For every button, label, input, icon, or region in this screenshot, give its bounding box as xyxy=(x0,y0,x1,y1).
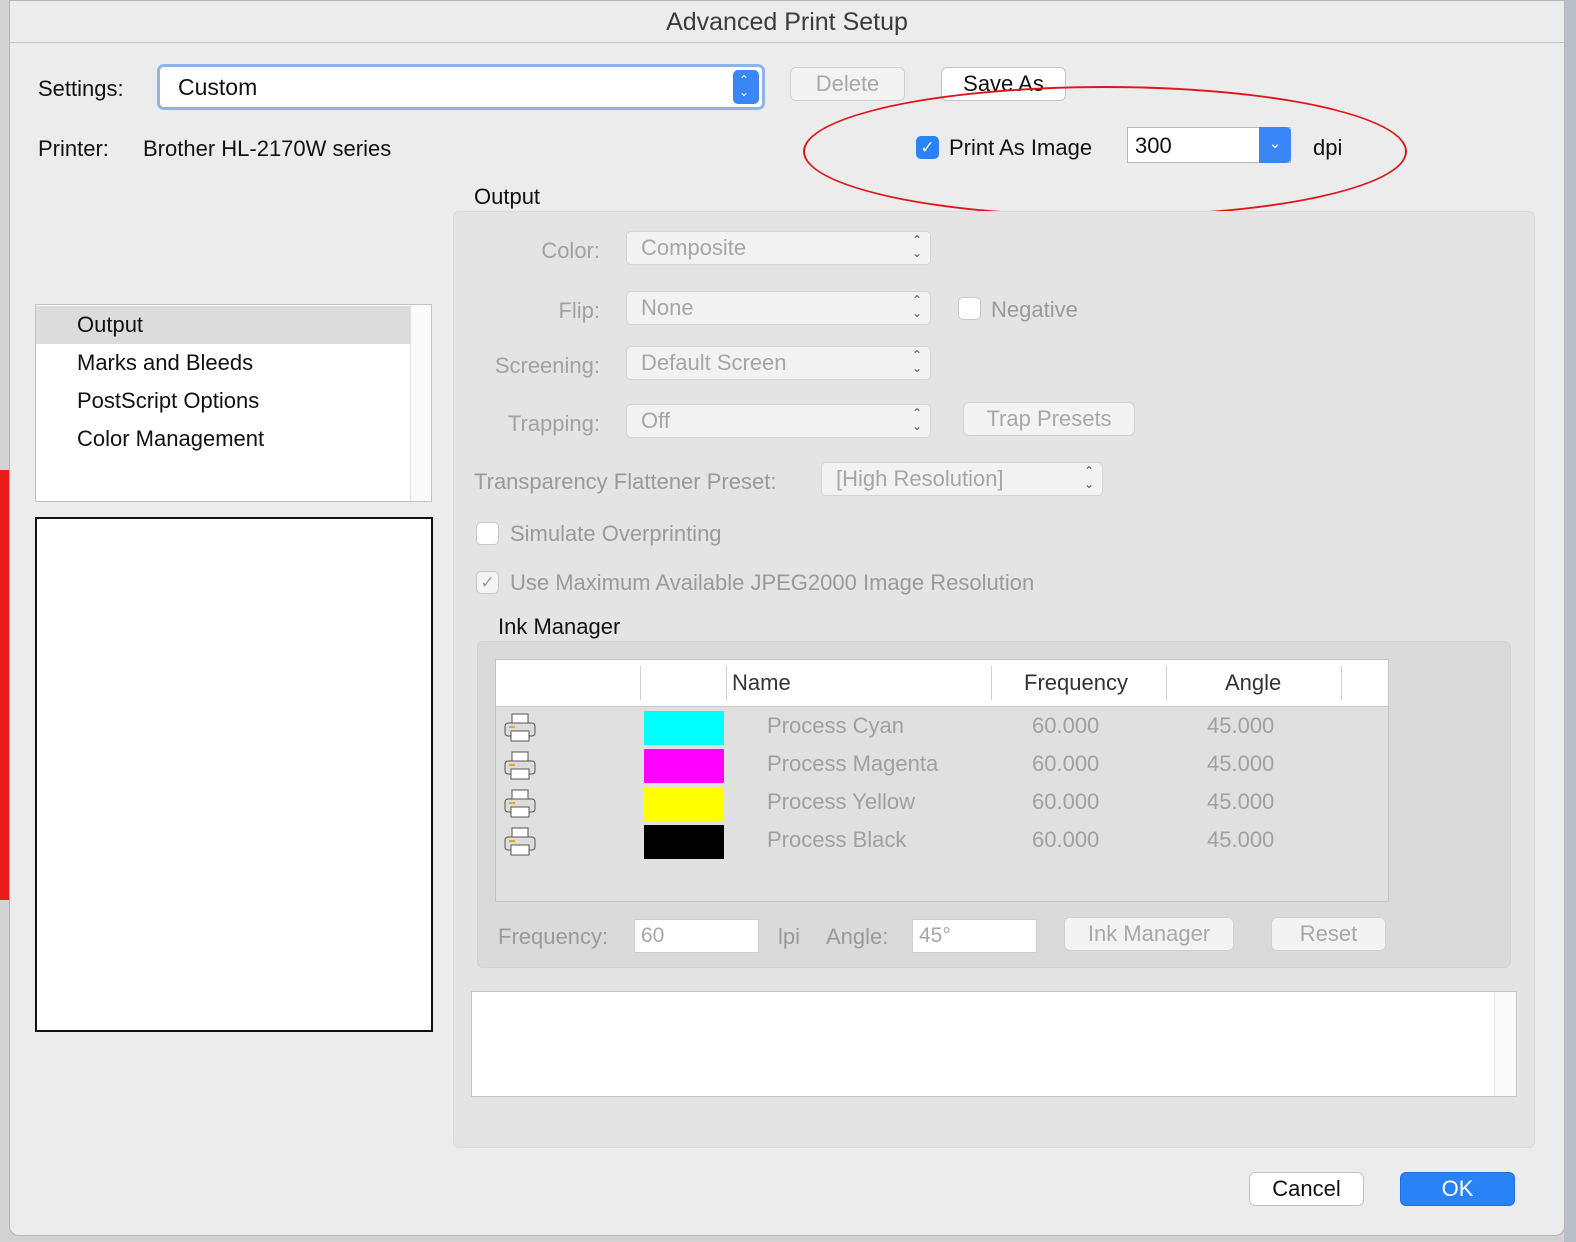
angle-field[interactable]: 45° xyxy=(912,919,1037,953)
printer-icon xyxy=(504,827,536,856)
description-area xyxy=(471,991,1517,1097)
flip-select[interactable]: None ⌃ ⌄ xyxy=(626,291,931,325)
ink-row[interactable]: Process Magenta 60.000 45.000 xyxy=(496,746,1388,784)
ink-color-swatch xyxy=(644,825,724,859)
delete-button[interactable]: Delete xyxy=(790,67,905,101)
ink-row[interactable]: Process Yellow 60.000 45.000 xyxy=(496,784,1388,822)
frequency-field[interactable]: 60 xyxy=(634,919,759,953)
checkmark-icon: ✓ xyxy=(480,573,495,592)
category-list: Output Marks and Bleeds PostScript Optio… xyxy=(35,304,432,502)
angle-label: Angle: xyxy=(826,924,889,949)
category-item-output[interactable]: Output xyxy=(36,306,410,344)
printer-label: Printer: xyxy=(38,136,109,161)
description-scrollbar[interactable] xyxy=(1494,992,1516,1096)
trapping-select-value: Off xyxy=(641,408,670,433)
flattener-select[interactable]: [High Resolution] ⌃ ⌄ xyxy=(821,462,1103,496)
flip-select-value: None xyxy=(641,295,694,320)
color-select[interactable]: Composite ⌃ ⌄ xyxy=(626,231,931,265)
cancel-button[interactable]: Cancel xyxy=(1249,1172,1364,1206)
updown-chevron-icon: ⌃ ⌄ xyxy=(733,70,759,104)
ok-button[interactable]: OK xyxy=(1400,1172,1515,1206)
printer-icon xyxy=(504,713,536,742)
category-list-scrollbar[interactable] xyxy=(410,305,431,501)
screening-label: Screening: xyxy=(494,353,600,378)
jpeg2000-checkbox[interactable]: ✓ xyxy=(476,571,499,594)
color-label: Color: xyxy=(541,238,600,263)
column-header-frequency[interactable]: Frequency xyxy=(1024,670,1128,696)
red-annotation-ellipse xyxy=(803,86,1407,217)
trapping-select[interactable]: Off ⌃ ⌄ xyxy=(626,404,931,438)
ink-color-swatch xyxy=(644,787,724,821)
column-separator xyxy=(640,666,641,700)
advanced-print-setup-dialog: Advanced Print Setup Settings: Custom ⌃ … xyxy=(9,0,1565,1236)
ink-manager-heading: Ink Manager xyxy=(498,614,621,639)
category-item-marks-and-bleeds[interactable]: Marks and Bleeds xyxy=(36,344,410,382)
updown-chevron-icon: ⌃ ⌄ xyxy=(911,406,922,433)
negative-checkbox[interactable] xyxy=(958,297,981,320)
simulate-overprinting-checkbox[interactable] xyxy=(476,522,499,545)
negative-label: Negative xyxy=(991,297,1078,322)
ink-color-swatch xyxy=(644,711,724,745)
column-separator xyxy=(991,666,992,700)
lpi-label: lpi xyxy=(778,924,801,949)
screening-select[interactable]: Default Screen ⌃ ⌄ xyxy=(626,346,931,380)
settings-label: Settings: xyxy=(38,76,124,101)
ink-name: Process Yellow xyxy=(767,789,915,814)
category-item-color-management[interactable]: Color Management xyxy=(36,420,410,458)
ink-angle: 45.000 xyxy=(1207,713,1275,738)
trapping-label: Trapping: xyxy=(507,411,600,436)
ink-manager-button[interactable]: Ink Manager xyxy=(1064,917,1234,951)
ink-frequency: 60.000 xyxy=(1032,713,1100,738)
updown-chevron-icon: ⌃ ⌄ xyxy=(911,348,922,375)
flattener-label: Transparency Flattener Preset: xyxy=(474,469,777,494)
ink-name: Process Black xyxy=(767,827,907,852)
ink-table[interactable]: Name Frequency Angle Process Cyan 60.000… xyxy=(495,659,1389,902)
updown-chevron-icon: ⌃ ⌄ xyxy=(911,293,922,320)
ink-frequency: 60.000 xyxy=(1032,789,1100,814)
window-title: Advanced Print Setup xyxy=(10,1,1564,43)
ink-table-header: Name Frequency Angle xyxy=(496,660,1388,707)
ink-angle: 45.000 xyxy=(1207,789,1275,814)
ink-frequency: 60.000 xyxy=(1032,827,1100,852)
printer-icon xyxy=(504,751,536,780)
column-separator xyxy=(726,666,727,700)
flattener-select-value: [High Resolution] xyxy=(836,466,1004,491)
settings-value: Custom xyxy=(178,74,258,100)
page-preview xyxy=(35,517,433,1032)
frequency-label: Frequency: xyxy=(498,924,609,949)
settings-select[interactable]: Custom ⌃ ⌄ xyxy=(157,64,765,110)
column-separator xyxy=(1166,666,1167,700)
updown-chevron-icon: ⌃ ⌄ xyxy=(1083,464,1094,491)
column-header-angle[interactable]: Angle xyxy=(1225,670,1281,696)
ink-angle: 45.000 xyxy=(1207,751,1275,776)
column-separator xyxy=(1341,666,1342,700)
color-select-value: Composite xyxy=(641,235,747,260)
screening-select-value: Default Screen xyxy=(641,350,787,375)
ink-name: Process Magenta xyxy=(767,751,939,776)
trap-presets-button[interactable]: Trap Presets xyxy=(963,402,1135,436)
ink-row[interactable]: Process Cyan 60.000 45.000 xyxy=(496,708,1388,746)
printer-name: Brother HL-2170W series xyxy=(143,136,392,161)
simulate-overprinting-label: Simulate Overprinting xyxy=(510,521,722,546)
ink-row[interactable]: Process Black 60.000 45.000 xyxy=(496,822,1388,860)
updown-chevron-icon: ⌃ ⌄ xyxy=(911,233,922,260)
flip-label: Flip: xyxy=(558,298,600,323)
printer-icon xyxy=(504,789,536,818)
ink-color-swatch xyxy=(644,749,724,783)
background-desktop-edge xyxy=(1564,0,1576,1242)
ink-angle: 45.000 xyxy=(1207,827,1275,852)
column-header-name[interactable]: Name xyxy=(732,670,791,696)
jpeg2000-label: Use Maximum Available JPEG2000 Image Res… xyxy=(510,570,1035,595)
output-section-heading: Output xyxy=(474,184,541,209)
reset-button[interactable]: Reset xyxy=(1271,917,1386,951)
category-item-postscript-options[interactable]: PostScript Options xyxy=(36,382,410,420)
ink-frequency: 60.000 xyxy=(1032,751,1100,776)
ink-name: Process Cyan xyxy=(767,713,904,738)
